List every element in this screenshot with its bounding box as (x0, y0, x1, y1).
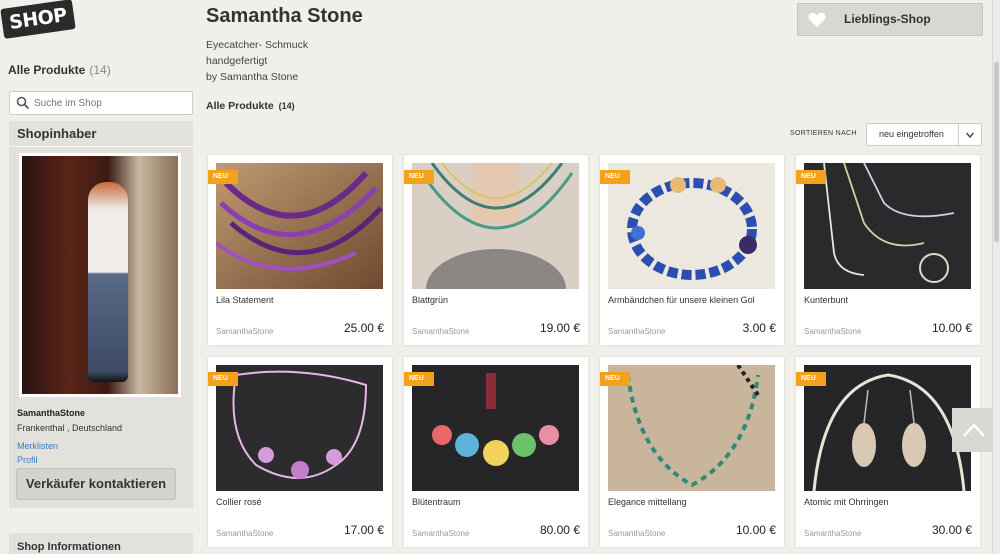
product-card[interactable]: NEU Blattgrün SamanthaStone 19.00 € (404, 155, 588, 345)
owner-photo[interactable] (19, 153, 181, 397)
product-name[interactable]: Blütentraum (412, 497, 579, 507)
owner-location: Frankenthal , Deutschland (17, 423, 123, 433)
product-price: 17.00 € (343, 523, 384, 537)
link-profil[interactable]: Profil (17, 455, 38, 465)
product-card[interactable]: NEU Collier rosé SamanthaStone 17.00 € (208, 357, 392, 547)
product-seller[interactable]: SamanthaStone (804, 327, 861, 336)
product-seller[interactable]: SamanthaStone (412, 327, 469, 336)
owner-name[interactable]: SamanthaStone (17, 408, 85, 418)
sort-separator (958, 124, 959, 145)
owner-figure (88, 182, 128, 382)
sort-select[interactable]: neu eingetroffen (866, 123, 982, 146)
product-image[interactable] (804, 365, 971, 491)
shop-owner-panel: Shopinhaber SamanthaStone Frankenthal , … (9, 121, 193, 508)
new-badge: NEU (600, 170, 630, 184)
new-badge: NEU (796, 372, 826, 386)
sidebar-all-products-count: (14) (89, 63, 111, 77)
search-box[interactable] (9, 91, 193, 115)
product-card[interactable]: NEU Atomic mit Ohrringen SamanthaStone 3… (796, 357, 980, 547)
product-card[interactable]: NEU Armbändchen für unsere kleinen Gol S… (600, 155, 784, 345)
sort-label: SORTIEREN NACH (790, 130, 857, 137)
product-image[interactable] (412, 365, 579, 491)
shop-logo[interactable]: SHOP (0, 0, 80, 40)
product-seller[interactable]: SamanthaStone (216, 327, 273, 336)
shop-logo-text: SHOP (0, 0, 76, 39)
product-name[interactable]: Atomic mit Ohrringen (804, 497, 971, 507)
product-seller[interactable]: SamanthaStone (608, 529, 665, 538)
scrollbar-thumb[interactable] (994, 62, 999, 242)
desc-line-1: Eyecatcher- Schmuck (206, 39, 309, 51)
product-price: 10.00 € (931, 321, 972, 335)
link-merklisten[interactable]: Merklisten (17, 441, 58, 451)
search-input[interactable] (34, 94, 184, 112)
product-name[interactable]: Armbändchen für unsere kleinen Gol (608, 295, 775, 305)
heart-icon (808, 12, 826, 28)
product-image[interactable] (608, 163, 775, 289)
product-name[interactable]: Kunterbunt (804, 295, 971, 305)
product-price: 3.00 € (742, 321, 776, 335)
product-seller[interactable]: SamanthaStone (608, 327, 665, 336)
products-heading-label: Alle Produkte (206, 100, 274, 112)
new-badge: NEU (404, 170, 434, 184)
product-name[interactable]: Collier rosé (216, 497, 383, 507)
new-badge: NEU (600, 372, 630, 386)
new-badge: NEU (208, 372, 238, 386)
product-price: 80.00 € (539, 523, 580, 537)
new-badge: NEU (796, 170, 826, 184)
product-image[interactable] (216, 365, 383, 491)
new-badge: NEU (208, 170, 238, 184)
product-price: 19.00 € (539, 321, 580, 335)
chevron-down-icon (965, 132, 975, 139)
shop-description: Eyecatcher- Schmuck handgefertigt by Sam… (206, 37, 308, 85)
search-icon (16, 96, 30, 110)
favorite-shop-button[interactable]: Lieblings-Shop (797, 3, 983, 36)
product-name[interactable]: Lila Statement (216, 295, 383, 305)
desc-line-3: by Samantha Stone (206, 71, 299, 83)
product-image[interactable] (608, 365, 775, 491)
favorite-shop-label: Lieblings-Shop (844, 12, 931, 26)
products-heading: Alle Produkte (14) (206, 100, 295, 112)
product-card[interactable]: NEU Lila Statement SamanthaStone 25.00 € (208, 155, 392, 345)
product-image[interactable] (216, 163, 383, 289)
product-card[interactable]: NEU Blütentraum SamanthaStone 80.00 € (404, 357, 588, 547)
products-heading-count: (14) (278, 101, 295, 111)
owner-photo-image (22, 156, 178, 394)
chevron-up-icon (963, 423, 985, 437)
sort-value: neu eingetroffen (879, 129, 944, 139)
product-image[interactable] (804, 163, 971, 289)
product-name[interactable]: Blattgrün (412, 295, 579, 305)
product-seller[interactable]: SamanthaStone (804, 529, 861, 538)
scrollbar[interactable] (992, 0, 1000, 554)
product-seller[interactable]: SamanthaStone (412, 529, 469, 538)
page-title: Samantha Stone (206, 5, 363, 27)
new-badge: NEU (404, 372, 434, 386)
product-price: 30.00 € (931, 523, 972, 537)
product-price: 25.00 € (343, 321, 384, 335)
product-price: 10.00 € (735, 523, 776, 537)
product-seller[interactable]: SamanthaStone (216, 529, 273, 538)
sidebar-all-products[interactable]: Alle Produkte (14) (8, 63, 111, 77)
product-card[interactable]: NEU Kunterbunt SamanthaStone 10.00 € (796, 155, 980, 345)
shop-info-heading[interactable]: Shop Informationen (9, 533, 193, 554)
product-card[interactable]: NEU Elegance mittellang SamanthaStone 10… (600, 357, 784, 547)
sidebar-all-products-label: Alle Produkte (8, 63, 86, 77)
owner-heading: Shopinhaber (9, 121, 193, 147)
desc-line-2: handgefertigt (206, 55, 268, 67)
contact-seller-button[interactable]: Verkäufer kontaktieren (16, 468, 176, 500)
scroll-to-top-button[interactable] (952, 408, 996, 452)
product-image[interactable] (412, 163, 579, 289)
product-name[interactable]: Elegance mittellang (608, 497, 775, 507)
